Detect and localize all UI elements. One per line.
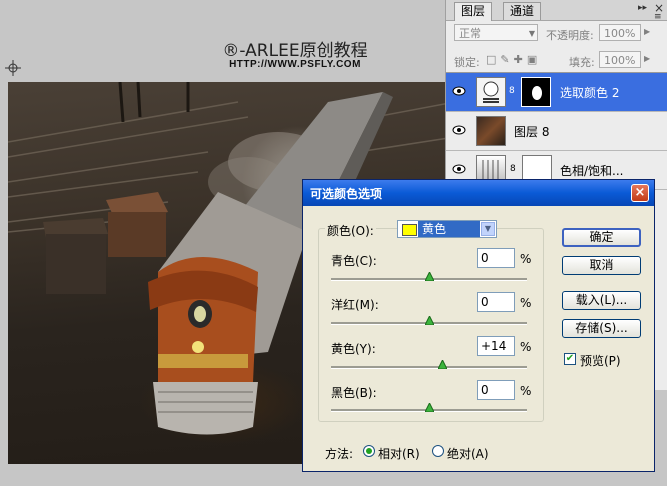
opacity-value: 100% [604,27,636,40]
chevron-down-icon: ▼ [481,222,495,236]
cyan-label: 青色(C): [331,254,377,268]
blend-mode-value: 正常 [459,27,481,40]
dialog-titlebar[interactable]: 可选颜色选项 × [303,180,654,206]
panel-menu-icon[interactable]: ≡ [654,12,662,22]
fill-value: 100% [604,54,636,67]
relative-label: 相对(R) [378,447,420,461]
layer-mask-thumbnail [521,77,551,107]
preview-label: 预览(P) [580,354,621,368]
layer-row-selective-color[interactable]: 8 选取颜色 2 [446,73,667,112]
absolute-label: 绝对(A) [447,447,489,461]
yellow-swatch [402,224,417,236]
save-button[interactable]: 存储(S)... [562,319,641,338]
link-chain-icon: 8 [510,164,516,174]
cyan-input[interactable]: 0 [477,248,515,268]
visibility-eye-icon[interactable] [452,163,466,175]
layer-name: 选取颜色 2 [560,86,620,100]
fill-label: 填充: [569,56,595,69]
absolute-radio[interactable] [432,445,444,457]
fill-input[interactable]: 100% [599,51,641,68]
ok-button[interactable]: 确定 [562,228,641,247]
opacity-input[interactable]: 100% [599,24,641,41]
yellow-slider-thumb[interactable] [438,360,448,369]
watermark-title: ®-ARLEE原创教程 [222,41,368,61]
visibility-eye-icon[interactable] [452,85,466,97]
colors-dropdown[interactable]: 黄色 ▼ [397,220,497,238]
blend-mode-select[interactable]: 正常 ▼ [454,24,538,41]
panel-tabs: 图层 通道 ▸▸ × ≡ [446,0,667,22]
method-label: 方法: [325,447,354,461]
crosshair-icon [5,60,21,76]
layer-row-layer8[interactable]: 图层 8 [446,112,667,151]
opacity-label: 不透明度: [546,29,594,42]
percent-label: % [520,340,532,354]
yellow-label: 黄色(Y): [331,342,376,356]
opacity-arrow-icon[interactable]: ▶ [644,27,650,36]
collapse-icon[interactable]: ▸▸ [638,3,647,13]
tab-layers[interactable]: 图层 [454,2,493,21]
yellow-slider-track[interactable] [331,366,527,369]
yellow-input[interactable]: +14 [477,336,515,356]
load-button[interactable]: 载入(L)... [562,291,641,310]
close-button[interactable]: × [631,184,649,202]
black-slider-thumb[interactable] [424,403,434,412]
percent-label: % [520,252,532,266]
percent-label: % [520,296,532,310]
adjustment-thumbnail-icon [476,77,506,107]
watermark: ®-ARLEE原创教程 HTTP://WWW.PSFLY.COM [210,36,380,70]
chevron-down-icon: ▼ [528,29,535,38]
black-label: 黑色(B): [331,386,377,400]
magenta-slider-thumb[interactable] [424,316,434,325]
watermark-url: HTTP://WWW.PSFLY.COM [229,59,361,70]
dialog-title: 可选颜色选项 [310,187,383,201]
tab-channels[interactable]: 通道 [503,2,542,20]
visibility-eye-icon[interactable] [452,124,466,136]
lock-label: 锁定: [454,56,480,69]
lock-icons[interactable]: □✎✚▣ [486,53,541,66]
magenta-label: 洋红(M): [331,298,379,312]
magenta-input[interactable]: 0 [477,292,515,312]
canvas-workspace: ®-ARLEE原创教程 HTTP://WWW.PSFLY.COM 图层 通道 ▸… [0,0,667,486]
preview-checkbox[interactable]: ✔ [564,353,576,365]
black-input[interactable]: 0 [477,380,515,400]
fill-arrow-icon[interactable]: ▶ [644,54,650,63]
colors-label: 颜色(O): [325,222,376,239]
layer-name: 色相/饱和... [560,164,624,178]
cancel-button[interactable]: 取消 [562,256,641,275]
selective-color-dialog: 可选颜色选项 × 颜色(O): 黄色 ▼ 青色(C): 0 % 洋红(M): 0… [302,179,655,472]
percent-label: % [520,384,532,398]
link-chain-icon: 8 [509,86,515,96]
colors-dropdown-value: 黄色 [418,221,480,237]
cyan-slider-thumb[interactable] [424,272,434,281]
relative-radio[interactable] [363,445,375,457]
layer-name: 图层 8 [514,125,550,139]
image-thumbnail [476,116,506,146]
